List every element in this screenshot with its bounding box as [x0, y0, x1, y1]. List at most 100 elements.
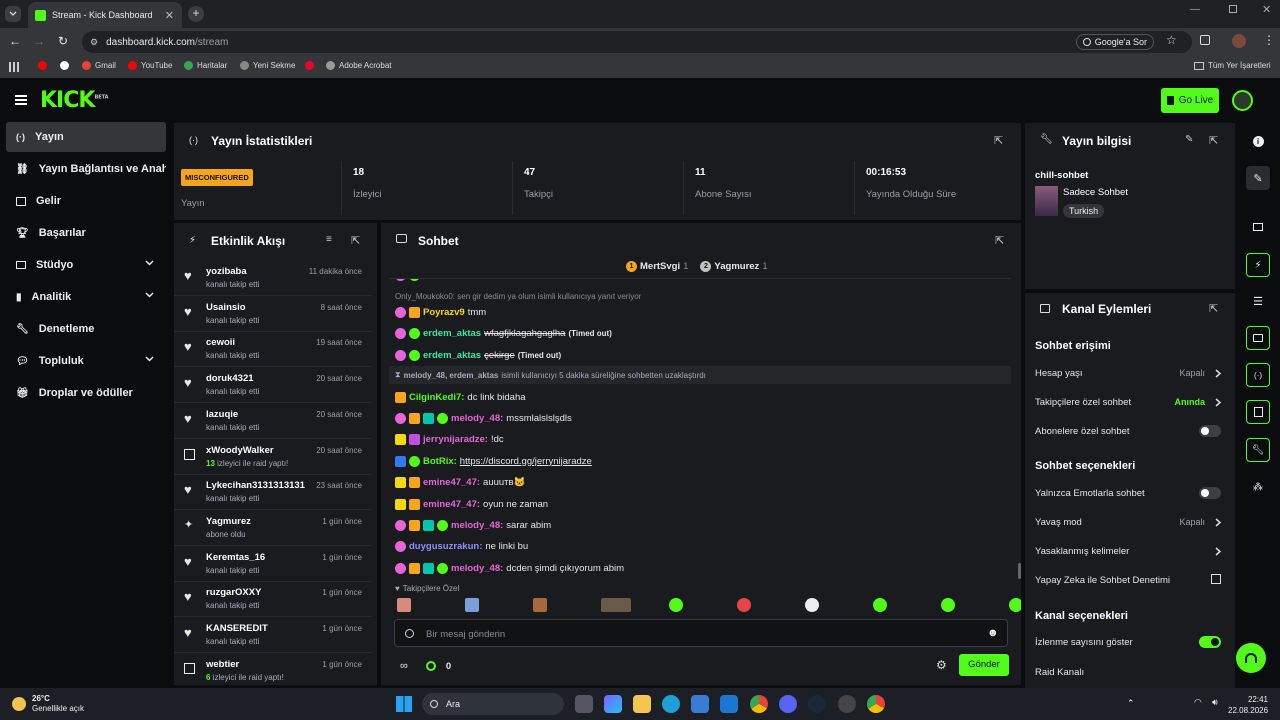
bookmark-youtube-shortcut[interactable] — [38, 61, 47, 70]
support-headset-icon[interactable] — [1236, 643, 1266, 673]
slow-mode-value[interactable]: Kapalı — [1179, 517, 1205, 527]
external-link-icon[interactable] — [1211, 574, 1221, 584]
event-username[interactable]: doruk4321 — [206, 373, 254, 384]
infinity-icon[interactable]: ∞ — [400, 660, 408, 672]
mod-badge-icon[interactable] — [423, 412, 434, 424]
emote-icon[interactable] — [397, 598, 411, 612]
crown-badge-icon[interactable] — [409, 562, 420, 574]
event-username[interactable]: ruzgarOXXY — [206, 587, 261, 598]
copilot-icon[interactable] — [604, 695, 622, 713]
maximize-window-button[interactable] — [1229, 5, 1237, 13]
sidebar-item-stream[interactable]: (·) Yayın — [6, 122, 166, 152]
browser-menu-icon[interactable]: ⋮ — [1263, 33, 1275, 47]
crown-badge-icon[interactable] — [409, 498, 420, 510]
crown-badge-icon[interactable] — [409, 519, 420, 531]
task-view-icon[interactable] — [575, 695, 593, 713]
chevron-right-icon[interactable] — [1215, 369, 1221, 378]
sidebar-item-stream-key[interactable]: ⛓Yayın Bağlantısı ve Anahtarı — [6, 154, 166, 184]
ai-moderation-label[interactable]: Yapay Zeka ile Sohbet Denetimi — [1035, 575, 1170, 586]
event-username[interactable]: Keremtas_16 — [206, 552, 265, 563]
taskbar-search[interactable]: Ara — [422, 693, 564, 715]
event-username[interactable]: Lykecihan3131313131 — [206, 480, 305, 491]
chat-username[interactable]: emine47_47: — [423, 499, 480, 510]
bookmark-youtube[interactable]: YouTube — [128, 61, 172, 70]
chat-bubble-icon[interactable] — [1246, 326, 1270, 350]
emote-icon[interactable] — [737, 598, 751, 612]
chevron-right-icon[interactable] — [1215, 398, 1221, 407]
bookmark-opera[interactable] — [305, 61, 314, 70]
extensions-icon[interactable] — [1200, 35, 1210, 45]
info-icon[interactable]: i — [1246, 129, 1270, 153]
close-window-button[interactable]: ✕ — [1262, 3, 1271, 16]
sub-badge-icon[interactable] — [395, 519, 406, 531]
chat-message[interactable]: Poyrazv9 tmm — [395, 303, 486, 321]
event-row[interactable]: ♥ KANSEREDIT kanalı takip etti 1 gün önce — [174, 617, 372, 653]
profile-avatar[interactable] — [1232, 34, 1246, 48]
subs-chat-toggle[interactable] — [1199, 425, 1221, 437]
emote-icon[interactable] — [1009, 598, 1021, 612]
emote-only-toggle[interactable] — [1199, 487, 1221, 499]
chat-message[interactable]: emine47_47: auuuтв🐱 — [395, 474, 525, 492]
event-username[interactable]: lazuqie — [206, 409, 238, 420]
emote-icon[interactable] — [601, 598, 631, 612]
chat-username[interactable]: Poyrazv9 — [423, 307, 465, 318]
sub-badge-icon[interactable] — [395, 412, 406, 424]
emote-icon[interactable] — [465, 598, 479, 612]
event-row[interactable]: ♥ Lykecihan3131313131 kanalı takip etti 23 … — [174, 474, 372, 511]
chat-message[interactable]: melody_48: sarar abim — [395, 516, 551, 534]
green-badge-icon[interactable] — [409, 349, 420, 361]
volume-icon[interactable]: 🔊︎ — [1212, 697, 1218, 708]
event-username[interactable]: yozibaba — [206, 266, 247, 277]
tray-overflow-icon[interactable]: ⌃ — [1127, 698, 1135, 709]
browser-tab[interactable]: Stream - Kick Dashboard ✕ — [28, 2, 182, 28]
bookmark-new-tab[interactable]: Yeni Sekme — [240, 61, 295, 70]
chat-message[interactable]: erdem_aktas çekirge (Timed out) — [395, 346, 561, 364]
user-avatar[interactable] — [1232, 90, 1253, 111]
event-row[interactable]: ♥ cewoii kanalı takip etti 19 saat önce — [174, 331, 372, 368]
popout-icon[interactable]: ⇱ — [1209, 302, 1218, 315]
event-row[interactable]: xWoodyWalker 13 izleyici ile raid yaptı! 2… — [174, 439, 372, 475]
emote-icon[interactable] — [941, 598, 955, 612]
bookmark-gmail[interactable]: Gmail — [82, 61, 116, 70]
back-arrow-icon[interactable]: ← — [9, 34, 21, 48]
crown-badge-icon[interactable] — [409, 306, 420, 318]
chat-username[interactable]: jerrynijaradze: — [423, 434, 488, 445]
event-username[interactable]: webtier — [206, 659, 239, 670]
go-live-button[interactable]: Go Live — [1161, 88, 1219, 113]
star-bookmark-icon[interactable]: ☆ — [1166, 33, 1177, 47]
crown-badge-icon[interactable] — [409, 412, 420, 424]
event-row[interactable]: ♥ yozibaba kanalı takip etti 11 dakika önce — [174, 260, 372, 296]
chat-message[interactable]: CilginKedi7: dc link bidaha — [395, 388, 526, 406]
windows-start-icon[interactable] — [396, 696, 412, 712]
bot-badge-icon[interactable] — [395, 455, 406, 467]
sub1-badge-icon[interactable] — [395, 498, 406, 510]
site-info-icon[interactable]: ⚙ — [90, 37, 98, 48]
sidebar-item-achievements[interactable]: 🏆︎ Başarılar — [6, 218, 166, 248]
popout-icon[interactable]: ⇱ — [1209, 134, 1218, 147]
emote-icon[interactable] — [533, 598, 547, 612]
chat-message[interactable]: melody_48: mssmlalslslşdls — [395, 409, 572, 427]
bookmark-maps[interactable]: Haritalar — [184, 61, 227, 70]
chrome-icon[interactable] — [750, 695, 768, 713]
list-icon[interactable]: ☰ — [1246, 289, 1270, 313]
network-icon[interactable]: ◠ — [1194, 697, 1202, 708]
tab-search-button[interactable] — [5, 6, 21, 22]
show-viewers-toggle[interactable] — [1199, 636, 1221, 648]
emote-icon[interactable] — [805, 598, 819, 612]
event-row[interactable]: ♥ doruk4321 kanalı takip etti 20 saat önce — [174, 367, 372, 404]
chat-username[interactable]: melody_48: — [451, 563, 503, 574]
filter-icon[interactable]: ≡ — [326, 234, 332, 245]
chat-message[interactable]: erdem_aktas wfagfjklagahgaglha (Timed out) — [395, 325, 612, 343]
chat-message[interactable]: BotRix: https://discord.gg/jerrynijaradze — [395, 452, 592, 470]
chat-message[interactable]: emine47_47: oyun ne zaman — [395, 495, 548, 513]
crown-badge-icon[interactable] — [409, 477, 420, 489]
sub-badge-icon[interactable] — [395, 562, 406, 574]
chevron-right-icon[interactable] — [1215, 547, 1221, 556]
emote-icon[interactable] — [669, 598, 683, 612]
collaborators-icon[interactable]: ⁂ — [1246, 475, 1270, 499]
steam-icon[interactable] — [808, 695, 826, 713]
raid-channel-label[interactable]: Raid Kanalı — [1035, 667, 1084, 678]
popout-icon[interactable]: ⇱ — [994, 134, 1003, 147]
sub1-badge-icon[interactable] — [395, 477, 406, 489]
address-bar[interactable]: ⚙ dashboard.kick.com/stream Google'a Sor — [82, 31, 1192, 53]
